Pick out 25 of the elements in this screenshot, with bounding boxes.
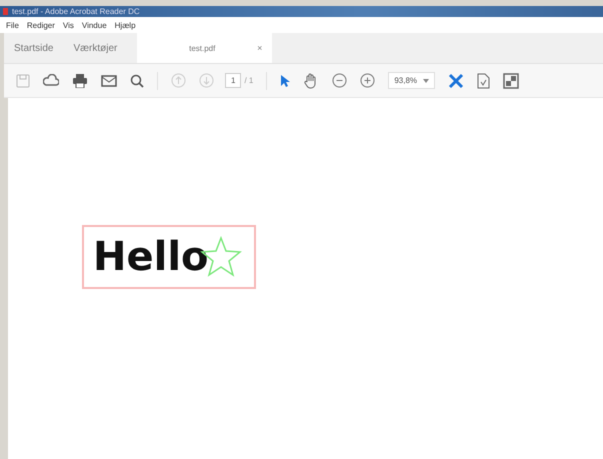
document-text: Hello bbox=[93, 234, 209, 280]
cursor-icon[interactable] bbox=[280, 74, 290, 88]
search-icon[interactable] bbox=[130, 74, 144, 88]
menu-item[interactable]: File bbox=[6, 20, 19, 30]
tab[interactable]: test.pdf × bbox=[137, 33, 272, 63]
menu-item[interactable]: Hjælp bbox=[114, 20, 136, 30]
close-tab-button[interactable]: × bbox=[257, 43, 262, 53]
grid-icon[interactable] bbox=[503, 72, 520, 88]
page-number-field[interactable]: 1 bbox=[225, 73, 242, 88]
app-icon bbox=[3, 8, 8, 15]
caret-icon bbox=[423, 78, 430, 82]
zoom-out-icon[interactable] bbox=[332, 73, 348, 88]
zoom-dropdown[interactable]: 93,8% bbox=[388, 72, 436, 89]
page-count: / 1 bbox=[244, 76, 254, 85]
tab[interactable]: Værktøjer bbox=[63, 33, 128, 63]
menu-item[interactable]: Rediger bbox=[26, 20, 55, 30]
zoom-in-icon[interactable] bbox=[360, 73, 376, 88]
document-icon[interactable] bbox=[477, 72, 490, 88]
mail-icon[interactable] bbox=[101, 74, 117, 88]
cloud-icon[interactable] bbox=[43, 74, 59, 88]
menu-item[interactable]: Vis bbox=[62, 20, 74, 30]
menu-item[interactable]: Vindue bbox=[82, 20, 107, 30]
tab[interactable]: Startside bbox=[4, 33, 64, 63]
window-title: test.pdf - Adobe Acrobat Reader DC bbox=[12, 6, 140, 16]
print-icon[interactable] bbox=[72, 74, 88, 88]
